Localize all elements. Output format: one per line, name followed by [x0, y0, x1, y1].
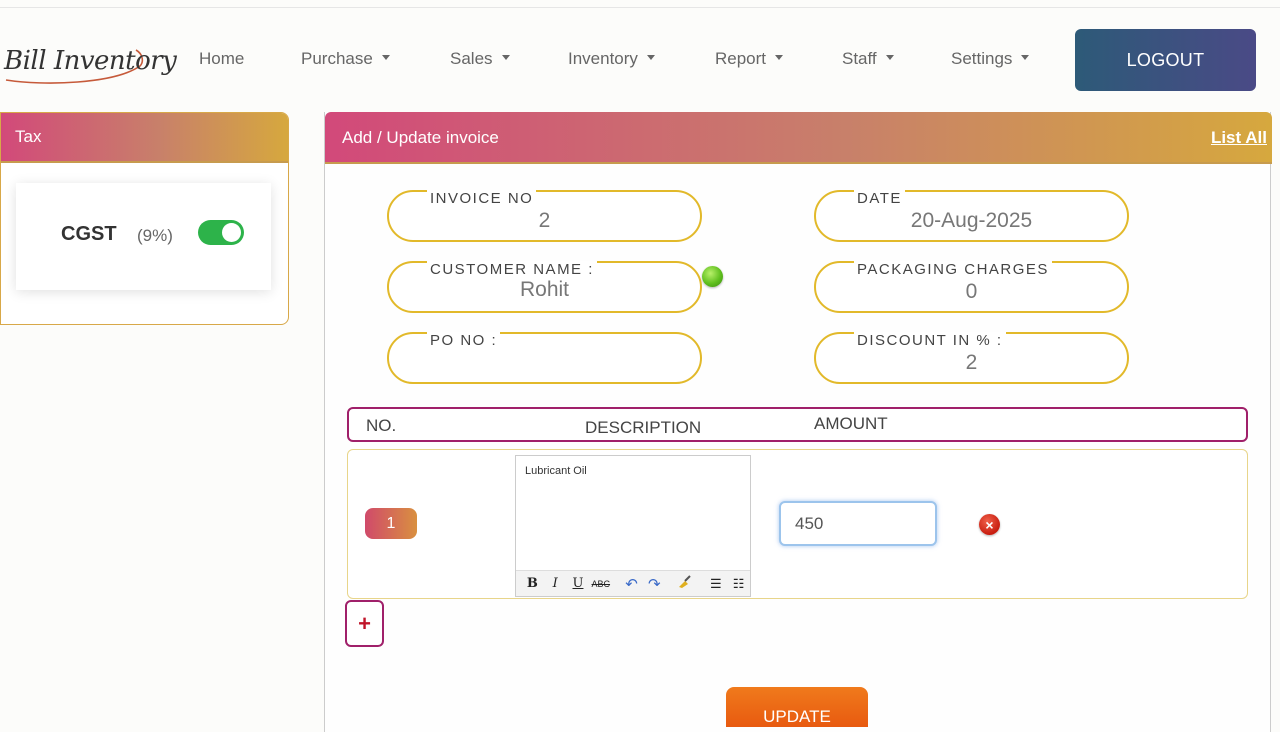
- nav-purchase-label: Purchase: [301, 49, 373, 68]
- brand-logo[interactable]: Bill Inventory: [4, 40, 177, 90]
- date-label: DATE: [854, 190, 905, 207]
- customer-name-value: Rohit: [519, 278, 570, 301]
- po-no-label: PO NO :: [427, 332, 501, 349]
- tax-rate: (9%): [137, 226, 173, 245]
- caret-down-icon: [501, 55, 510, 61]
- date-field[interactable]: DATE 20-Aug-2025: [814, 190, 1129, 242]
- update-button[interactable]: UPDATE: [726, 687, 868, 727]
- navbar: Bill Inventory Home Purchase Sales Inven…: [0, 8, 1280, 108]
- logout-button[interactable]: LOGOUT: [1075, 29, 1256, 91]
- date-value: 20-Aug-2025: [910, 209, 1033, 232]
- po-no-field[interactable]: PO NO :: [387, 332, 702, 384]
- nav-home[interactable]: Home: [199, 49, 244, 69]
- column-amount: AMOUNT: [814, 414, 888, 433]
- invoice-no-label: INVOICE NO: [427, 190, 537, 207]
- tax-card: CGST (9%): [16, 183, 271, 290]
- undo-icon[interactable]: ↶: [620, 575, 643, 593]
- nav-staff[interactable]: Staff: [842, 49, 894, 69]
- strikethrough-icon[interactable]: ABC: [589, 579, 612, 589]
- caret-down-icon: [1021, 55, 1030, 61]
- discount-field[interactable]: DISCOUNT IN % : 2: [814, 332, 1129, 384]
- tax-panel: Tax CGST (9%): [0, 112, 289, 325]
- nav-home-label: Home: [199, 49, 245, 68]
- caret-down-icon: [646, 55, 655, 61]
- row-number-badge: 1: [365, 508, 417, 539]
- nav-report-label: Report: [715, 49, 767, 68]
- items-table-header: NO. DESCRIPTION AMOUNT: [347, 407, 1248, 442]
- bold-icon[interactable]: B: [521, 576, 544, 591]
- column-description: DESCRIPTION: [585, 418, 702, 437]
- description-text[interactable]: Lubricant Oil: [525, 465, 587, 477]
- nav-report[interactable]: Report: [715, 49, 784, 69]
- caret-down-icon: [381, 55, 390, 61]
- invoice-no-field[interactable]: INVOICE NO 2: [387, 190, 702, 242]
- nav-settings[interactable]: Settings: [951, 49, 1030, 69]
- customer-name-label: CUSTOMER NAME :: [427, 261, 597, 278]
- description-editor[interactable]: Lubricant Oil B I U ABC ↶ ↷ ☰ ☷: [515, 455, 751, 597]
- tax-name: CGST: [61, 223, 117, 245]
- tax-toggle[interactable]: [198, 220, 244, 245]
- discount-label: DISCOUNT IN % :: [854, 332, 1006, 349]
- status-indicator-icon: [702, 266, 723, 287]
- invoice-panel-header: Add / Update invoice List All: [325, 112, 1272, 164]
- nav-purchase[interactable]: Purchase: [301, 49, 390, 69]
- customer-name-field[interactable]: CUSTOMER NAME : Rohit: [387, 261, 702, 313]
- invoice-panel-title: Add / Update invoice: [342, 128, 499, 147]
- brand-name: Bill Inventory: [4, 46, 177, 76]
- nav-sales-label: Sales: [450, 49, 493, 68]
- nav-sales[interactable]: Sales: [450, 49, 510, 69]
- clean-format-icon[interactable]: [674, 575, 697, 592]
- numbered-list-icon[interactable]: ☷: [727, 576, 750, 592]
- editor-toolbar: B I U ABC ↶ ↷ ☰ ☷: [516, 570, 750, 596]
- nav-inventory-label: Inventory: [568, 49, 638, 68]
- list-all-link[interactable]: List All: [1211, 128, 1267, 148]
- packaging-charges-label: PACKAGING CHARGES: [854, 261, 1052, 278]
- toggle-knob: [222, 223, 241, 242]
- redo-icon[interactable]: ↷: [643, 575, 666, 593]
- invoice-no-value: 2: [538, 209, 551, 232]
- bullet-list-icon[interactable]: ☰: [704, 576, 727, 592]
- remove-row-icon[interactable]: ×: [979, 514, 1000, 535]
- italic-icon[interactable]: I: [544, 576, 567, 591]
- nav-staff-label: Staff: [842, 49, 877, 68]
- column-no: NO.: [366, 416, 397, 435]
- discount-value: 2: [965, 351, 978, 374]
- packaging-charges-field[interactable]: PACKAGING CHARGES 0: [814, 261, 1129, 313]
- nav-inventory[interactable]: Inventory: [568, 49, 655, 69]
- nav-settings-label: Settings: [951, 49, 1013, 68]
- tax-panel-title: Tax: [1, 113, 288, 163]
- caret-down-icon: [885, 55, 894, 61]
- caret-down-icon: [775, 55, 784, 61]
- packaging-charges-value: 0: [965, 280, 978, 303]
- amount-input[interactable]: 450: [779, 501, 937, 546]
- add-row-button[interactable]: +: [345, 600, 384, 647]
- underline-icon[interactable]: U: [567, 576, 590, 591]
